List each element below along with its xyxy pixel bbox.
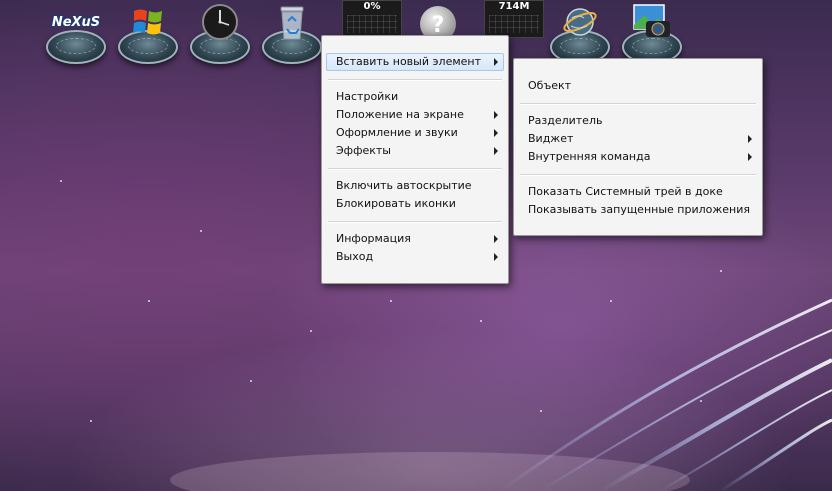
menu-item-label: Показывать запущенные приложения — [528, 203, 751, 216]
menu-separator — [328, 168, 502, 169]
main-menu-item[interactable]: Оформление и звуки — [322, 124, 508, 142]
submenu-arrow-icon — [494, 58, 498, 66]
menu-item-label: Настройки — [336, 90, 399, 103]
insert-element-submenu: Объект Разделитель Виджет Внутренняя команд… — [513, 58, 763, 236]
internet-globe-icon — [560, 0, 600, 44]
submenu-arrow-icon — [494, 235, 498, 243]
windows-logo-icon — [128, 0, 168, 44]
main-menu-item[interactable]: Информация — [322, 230, 508, 248]
submenu-arrow-icon — [494, 253, 498, 261]
menu-separator — [520, 103, 756, 104]
submenu-item[interactable]: Показывать запущенные приложения — [514, 201, 762, 219]
submenu-item[interactable]: Внутренняя команда — [514, 148, 762, 166]
menu-separator — [520, 174, 756, 175]
dock-item-clock[interactable] — [188, 0, 252, 70]
nexus-logo-icon: NeXuS — [51, 14, 101, 30]
menu-item-label: Оформление и звуки — [336, 126, 458, 139]
menu-item-label: Показать Системный трей в доке — [528, 185, 723, 198]
menu-item-label: Разделитель — [528, 114, 603, 127]
main-menu-item[interactable]: Вставить новый элемент — [326, 53, 504, 71]
main-menu-item[interactable]: Блокировать иконки — [322, 195, 508, 213]
menu-item-label: Внутренняя команда — [528, 150, 651, 163]
menu-item-label: Положение на экране — [336, 108, 464, 121]
main-menu-item[interactable]: Настройки — [322, 88, 508, 106]
menu-item-label: Вставить новый элемент — [336, 55, 481, 68]
main-menu-item[interactable]: Эффекты — [322, 142, 508, 160]
submenu-arrow-icon — [494, 147, 498, 155]
photo-camera-icon — [632, 0, 672, 44]
menu-separator — [328, 221, 502, 222]
menu-item-label: Блокировать иконки — [336, 197, 456, 210]
menu-separator — [328, 79, 502, 80]
main-menu-item[interactable]: Положение на экране — [322, 106, 508, 124]
dock-item-windows[interactable] — [116, 0, 180, 70]
menu-item-label: Объект — [528, 79, 572, 92]
submenu-item[interactable]: Объект — [514, 77, 762, 95]
submenu-item[interactable]: Разделитель — [514, 112, 762, 130]
main-menu-item[interactable]: Выход — [322, 248, 508, 266]
dock-item-recycle-bin[interactable] — [260, 0, 324, 70]
recycle-bin-icon — [272, 0, 312, 44]
submenu-arrow-icon — [494, 129, 498, 137]
menu-item-label: Включить автоскрытие — [336, 179, 472, 192]
submenu-item[interactable]: Показать Системный трей в доке — [514, 183, 762, 201]
submenu-arrow-icon — [748, 135, 752, 143]
menu-item-label: Эффекты — [336, 144, 391, 157]
submenu-arrow-icon — [494, 111, 498, 119]
menu-item-label: Информация — [336, 232, 411, 245]
cpu-meter: 0% — [342, 0, 402, 38]
submenu-arrow-icon — [748, 153, 752, 161]
dock-item-nexus[interactable]: NeXuS — [44, 0, 108, 70]
dock-context-menu: Вставить новый элемент Настройки Положение… — [321, 35, 509, 284]
clock-icon — [200, 0, 240, 44]
main-menu-item[interactable]: Включить автоскрытие — [322, 177, 508, 195]
menu-item-label: Виджет — [528, 132, 574, 145]
memory-meter: 714M — [484, 0, 544, 38]
submenu-item[interactable]: Виджет — [514, 130, 762, 148]
menu-item-label: Выход — [336, 250, 374, 263]
